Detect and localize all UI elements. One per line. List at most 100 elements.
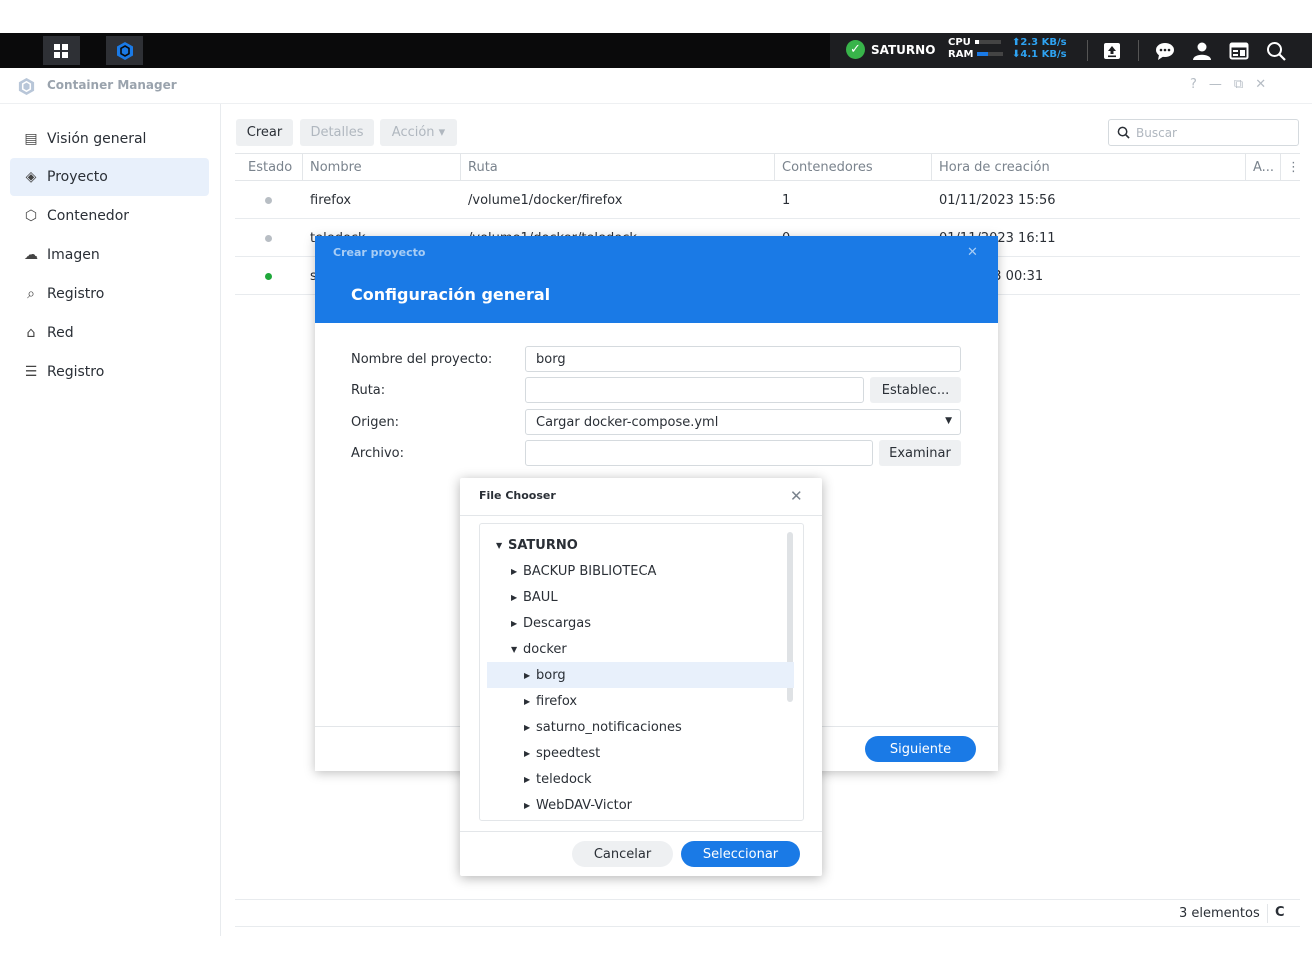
screen-top-margin: [0, 0, 1312, 33]
close-icon[interactable]: ✕: [967, 245, 978, 260]
sidebar-item-label: Contenedor: [47, 208, 130, 224]
column-header-containers[interactable]: Contenedores: [782, 160, 873, 175]
restore-button[interactable]: ⧉: [1234, 77, 1243, 92]
user-icon[interactable]: [1189, 38, 1215, 64]
cancel-button[interactable]: Cancelar: [572, 841, 673, 867]
resource-monitor[interactable]: CPU RAM: [948, 37, 1004, 61]
close-window-button[interactable]: ✕: [1255, 77, 1266, 92]
row-name: firefox: [310, 193, 352, 208]
path-input[interactable]: [525, 377, 864, 403]
sidebar-item-label: Visión general: [47, 131, 147, 147]
upload-queue-icon[interactable]: [1099, 38, 1125, 64]
refresh-icon[interactable]: C: [1275, 905, 1285, 920]
tree-item-webdav-victor[interactable]: ▶ WebDAV-Victor: [480, 792, 785, 818]
ram-label: RAM: [948, 49, 974, 60]
network-icon: ⌂: [26, 325, 36, 341]
details-button[interactable]: Detalles: [300, 119, 374, 146]
tree-item-firefox[interactable]: ▶ firefox: [480, 688, 785, 714]
tree-item-speedtest[interactable]: ▶ speedtest: [480, 740, 785, 766]
caret-right-icon: ▶: [524, 670, 531, 680]
minimize-button[interactable]: —: [1209, 77, 1222, 92]
tree-item-backup-biblioteca[interactable]: ▶ BACKUP BIBLIOTECA: [480, 558, 785, 584]
checkmark-icon: ✓: [846, 40, 865, 59]
chevron-down-icon: ▼: [945, 416, 952, 426]
search-icon[interactable]: [1263, 38, 1289, 64]
tree-item-label: BAUL: [523, 589, 558, 605]
file-chooser-title: File Chooser: [479, 489, 556, 502]
action-dropdown[interactable]: Acción ▾: [380, 119, 457, 146]
table-row[interactable]: firefox /volume1/docker/firefox 1 01/11/…: [235, 181, 1300, 219]
column-divider: [931, 154, 932, 181]
row-created: 01/11/2023 15:56: [939, 193, 1056, 208]
tree-item-label: Descargas: [523, 615, 592, 631]
sidebar-item-image[interactable]: ☁ Imagen: [10, 236, 209, 274]
chat-icon[interactable]: [1152, 38, 1178, 64]
column-options-icon[interactable]: ⋮: [1287, 160, 1300, 175]
sidebar-item-log[interactable]: ☰ Registro: [10, 353, 209, 391]
server-status[interactable]: ✓ SATURNO: [846, 40, 935, 59]
sidebar-item-network[interactable]: ⌂ Red: [10, 314, 209, 352]
project-name-label: Nombre del proyecto:: [351, 352, 493, 367]
status-dot: [265, 235, 272, 242]
column-header-status[interactable]: Estado: [248, 160, 292, 175]
sidebar-item-project[interactable]: ◈ Proyecto: [10, 158, 209, 196]
next-button[interactable]: Siguiente: [865, 736, 976, 762]
cloud-icon: ☁: [24, 247, 38, 263]
file-input[interactable]: [525, 440, 873, 466]
network-speed: ⬆2.3 KB/s ⬇4.1 KB/s: [1012, 37, 1067, 61]
set-path-button[interactable]: Establec...: [870, 377, 961, 403]
column-header-created[interactable]: Hora de creación: [939, 160, 1050, 175]
sidebar-item-label: Red: [47, 325, 74, 341]
download-speed: ⬇4.1 KB/s: [1012, 49, 1067, 60]
tree-item-label: saturno_notificaciones: [536, 719, 682, 735]
tree-item-saturno[interactable]: ▼ SATURNO: [480, 532, 785, 558]
sidebar-item-container[interactable]: ⬡ Contenedor: [10, 197, 209, 235]
caret-right-icon: ▶: [524, 800, 531, 810]
server-name: SATURNO: [871, 42, 936, 57]
column-divider: [302, 154, 303, 181]
browse-button[interactable]: Examinar: [879, 440, 961, 466]
close-icon[interactable]: ✕: [790, 487, 803, 505]
select-button[interactable]: Seleccionar: [681, 841, 800, 867]
widgets-icon[interactable]: [1226, 38, 1252, 64]
tree-item-saturno-notificaciones[interactable]: ▶ saturno_notificaciones: [480, 714, 785, 740]
tree-item-baul[interactable]: ▶ BAUL: [480, 584, 785, 610]
dialog-subtitle: Crear proyecto: [333, 246, 426, 259]
search-icon: [1117, 126, 1130, 139]
column-divider: [460, 154, 461, 181]
sidebar-item-label: Registro: [47, 364, 105, 380]
app-title: Container Manager: [47, 78, 177, 92]
footer-divider: [1267, 904, 1268, 923]
column-divider: [774, 154, 775, 181]
create-button[interactable]: Crear: [236, 119, 293, 146]
sidebar-item-label: Proyecto: [47, 169, 108, 185]
caret-right-icon: ▶: [524, 748, 531, 758]
tree-item-descargas[interactable]: ▶ Descargas: [480, 610, 785, 636]
tree-item-teledock[interactable]: ▶ teledock: [480, 766, 785, 792]
table-footer: 3 elementos C: [235, 899, 1300, 927]
registry-icon: ⌕: [27, 286, 35, 302]
app-logo-icon: [18, 77, 35, 96]
column-header-name[interactable]: Nombre: [310, 160, 362, 175]
caret-down-icon: ▼: [496, 540, 503, 550]
column-header-more[interactable]: A...: [1253, 160, 1274, 175]
tree-item-docker[interactable]: ▼ docker: [480, 636, 785, 662]
origin-select[interactable]: Cargar docker-compose.yml ▼: [525, 409, 961, 435]
column-divider: [1280, 154, 1281, 181]
dialog-divider: [460, 515, 822, 516]
column-header-path[interactable]: Ruta: [468, 160, 498, 175]
caret-right-icon: ▶: [524, 774, 531, 784]
container-manager-taskbar-button[interactable]: [106, 36, 143, 65]
project-name-input[interactable]: borg: [525, 346, 961, 372]
main-menu-button[interactable]: [43, 36, 80, 65]
taskbar-divider: [1138, 40, 1139, 61]
folder-tree: ▼ SATURNO ▶ BACKUP BIBLIOTECA ▶ BAUL ▶ Desca…: [479, 523, 804, 821]
ram-bar-fill: [977, 52, 988, 56]
project-icon: ◈: [25, 169, 37, 185]
help-button[interactable]: ?: [1190, 77, 1197, 92]
search-field[interactable]: Buscar: [1108, 119, 1299, 146]
sidebar-item-overview[interactable]: ▤ Visión general: [10, 120, 209, 158]
cpu-bar: [974, 40, 1001, 44]
tree-item-borg[interactable]: ▶ borg: [487, 662, 794, 688]
sidebar-item-registry[interactable]: ⌕ Registro: [10, 275, 209, 313]
